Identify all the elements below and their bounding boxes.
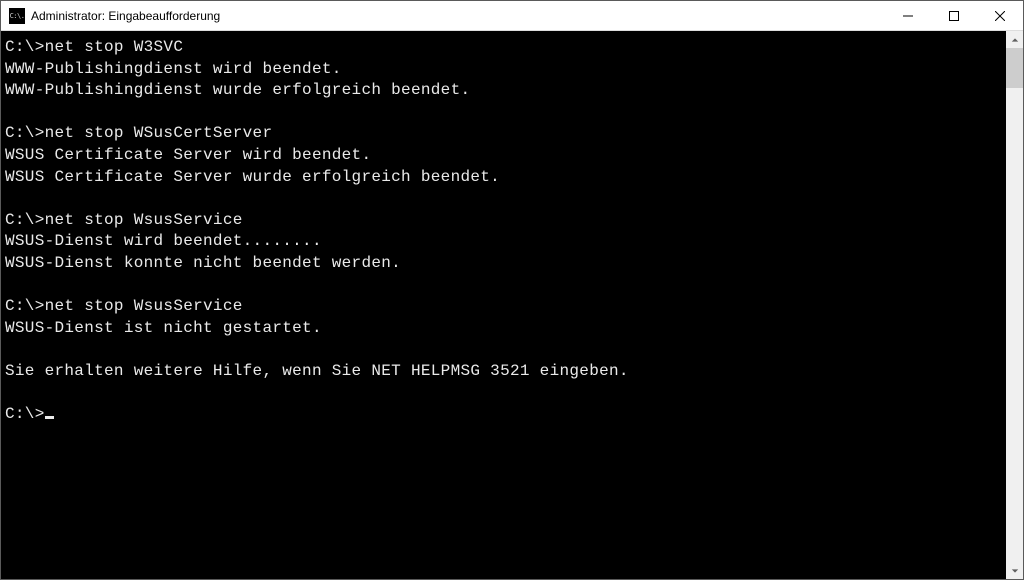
chevron-up-icon: [1011, 36, 1019, 44]
scrollbar-thumb[interactable]: [1006, 48, 1023, 88]
cmd-window: C:\. Administrator: Eingabeaufforderung …: [0, 0, 1024, 580]
scroll-down-button[interactable]: [1006, 562, 1023, 579]
minimize-button[interactable]: [885, 1, 931, 31]
close-icon: [995, 11, 1005, 21]
maximize-button[interactable]: [931, 1, 977, 31]
close-button[interactable]: [977, 1, 1023, 31]
minimize-icon: [903, 11, 913, 21]
scroll-up-button[interactable]: [1006, 31, 1023, 48]
vertical-scrollbar[interactable]: [1006, 31, 1023, 579]
console-output[interactable]: C:\>net stop W3SVC WWW-Publishingdienst …: [1, 31, 1006, 579]
scrollbar-track[interactable]: [1006, 48, 1023, 562]
window-title: Administrator: Eingabeaufforderung: [31, 9, 220, 23]
text-cursor: [45, 416, 54, 419]
titlebar[interactable]: C:\. Administrator: Eingabeaufforderung: [1, 1, 1023, 31]
cmd-icon: C:\.: [9, 8, 25, 24]
chevron-down-icon: [1011, 567, 1019, 575]
console-area: C:\>net stop W3SVC WWW-Publishingdienst …: [1, 31, 1023, 579]
maximize-icon: [949, 11, 959, 21]
